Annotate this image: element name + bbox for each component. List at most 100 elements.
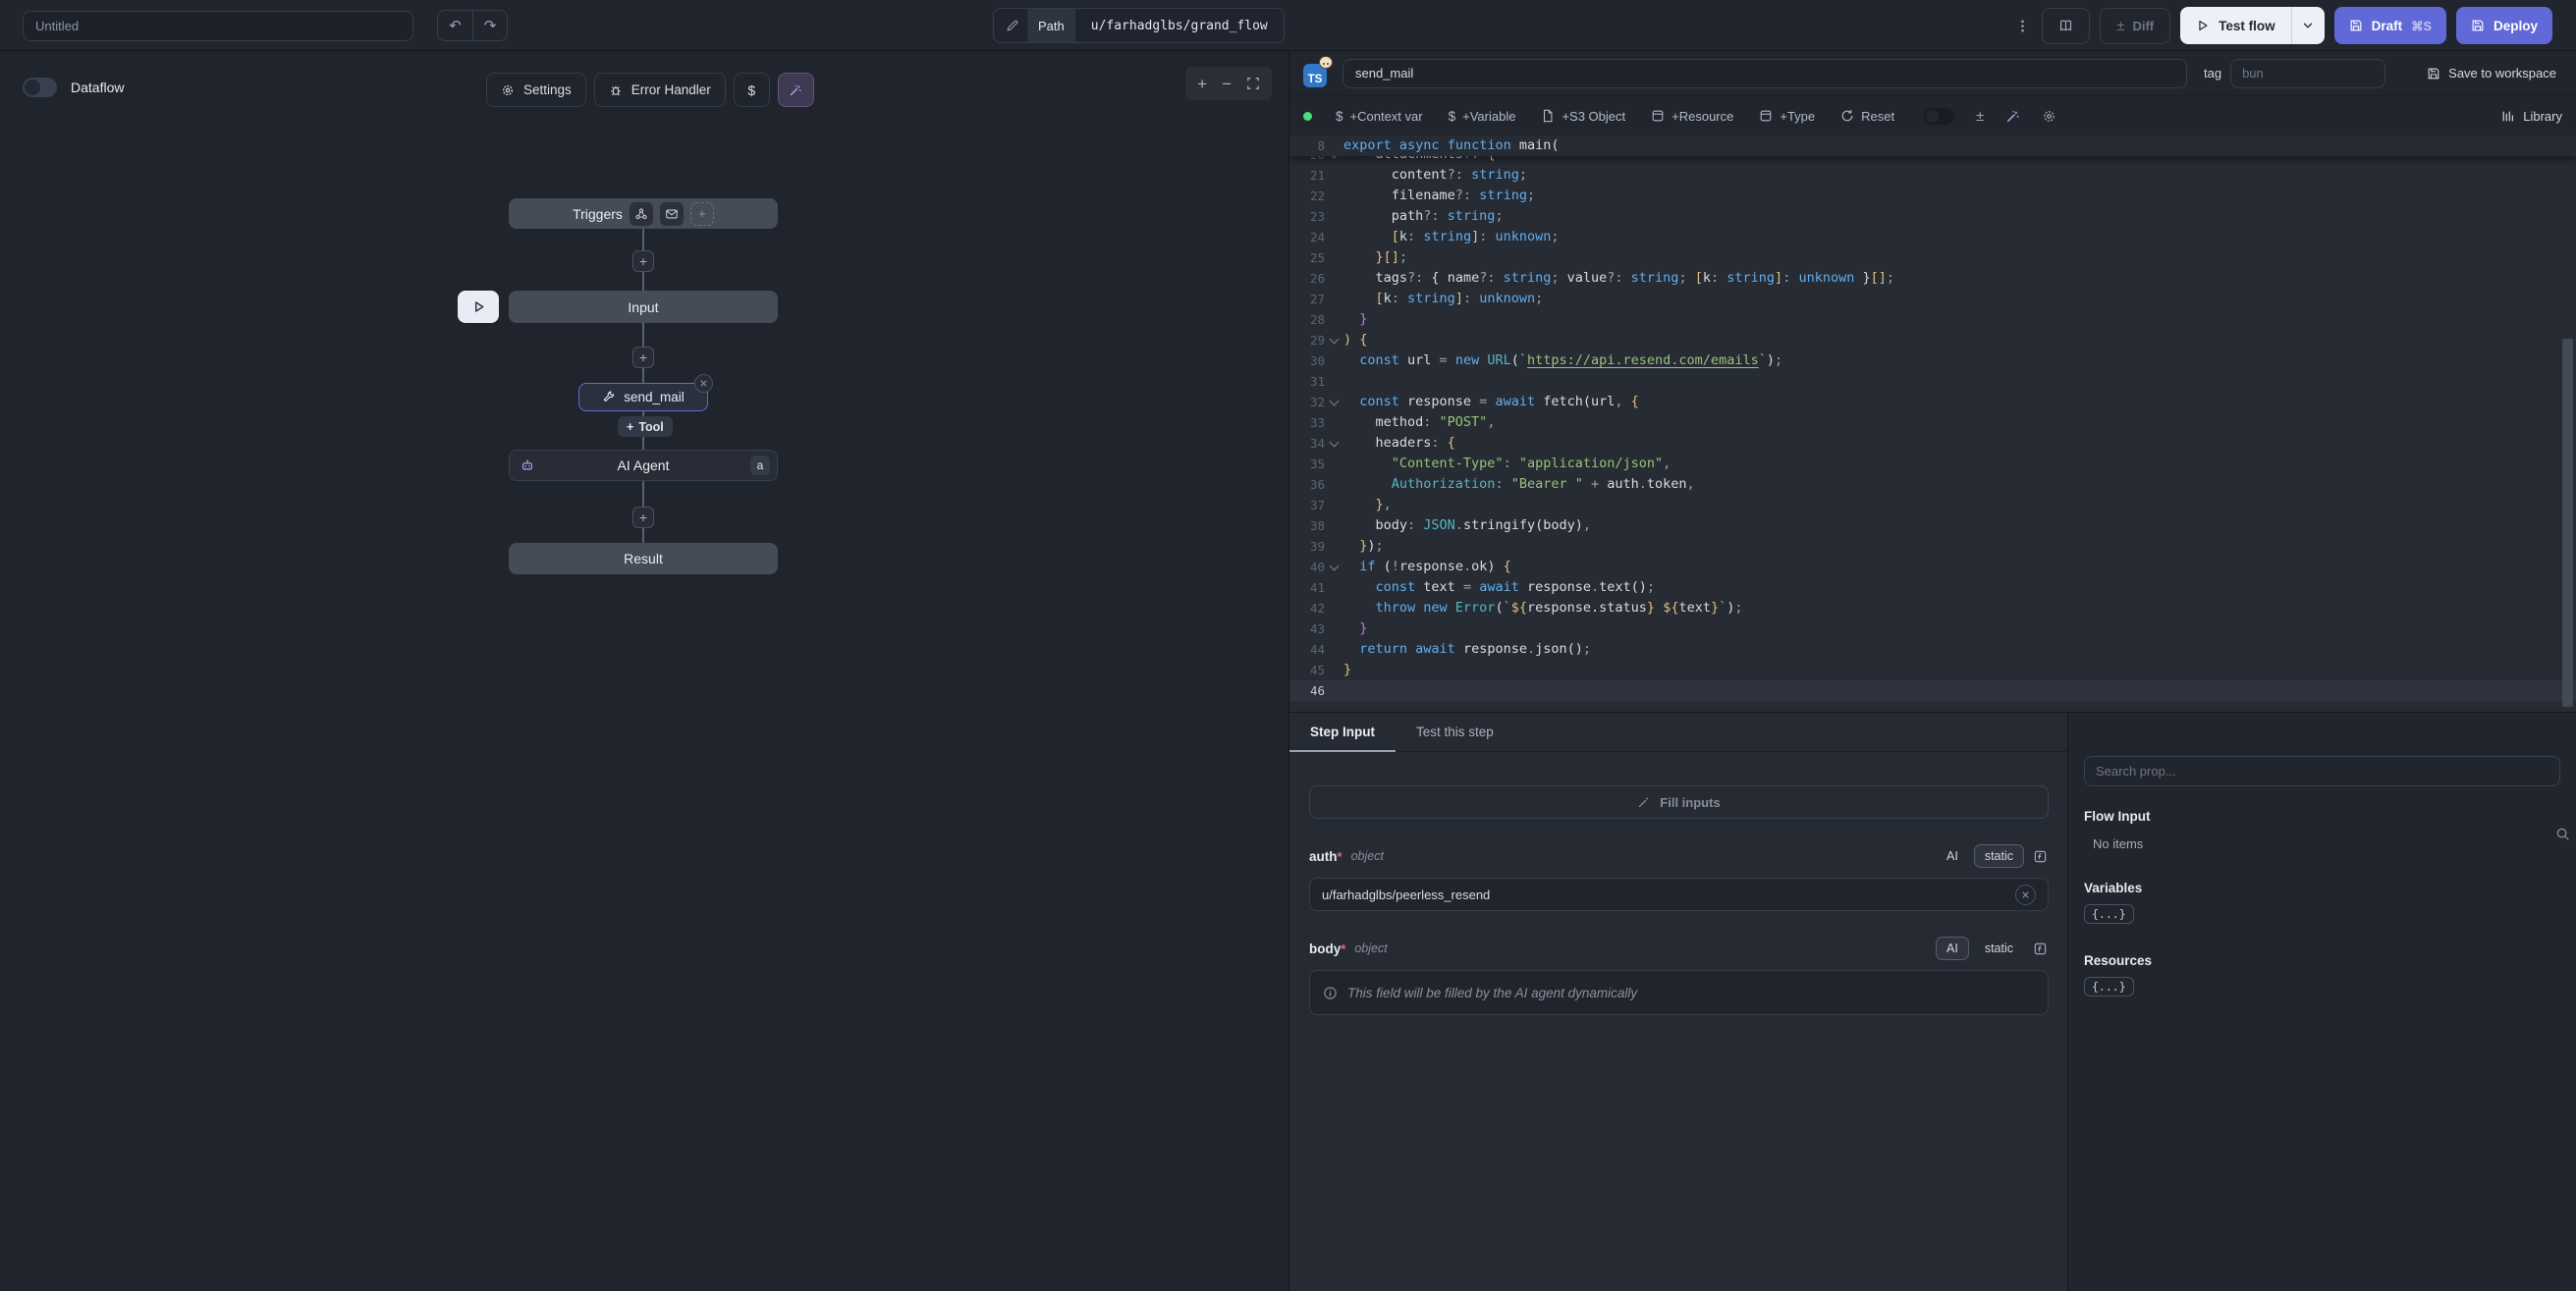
- code-line-39[interactable]: 39 });: [1289, 536, 2576, 557]
- fold-chevron-icon[interactable]: [1325, 557, 1343, 577]
- zoom-in-button[interactable]: +: [1197, 76, 1207, 92]
- code-editor[interactable]: 8export async function main( 20 attachme…: [1289, 135, 2576, 712]
- plus-minus-icon[interactable]: ±: [1976, 108, 1984, 125]
- line-number: 26: [1289, 268, 1325, 289]
- code-line-25[interactable]: 25 }[];: [1289, 247, 2576, 268]
- settings-button[interactable]: Settings: [486, 73, 586, 107]
- toolbar-s3-object-button[interactable]: +S3 Object: [1541, 109, 1625, 124]
- code-line-44[interactable]: 44 return await response.json();: [1289, 639, 2576, 660]
- auth-ai-mode-button[interactable]: AI: [1936, 844, 1969, 868]
- toolbar-type-button[interactable]: +Type: [1759, 109, 1815, 124]
- search-icon[interactable]: [2555, 827, 2570, 841]
- code-line-23[interactable]: 23 path?: string;: [1289, 206, 2576, 227]
- test-flow-dropdown-button[interactable]: [2291, 7, 2325, 44]
- step-name-input[interactable]: [1343, 59, 2187, 88]
- auth-value-input[interactable]: u/farhadglbs/peerless_resend: [1309, 878, 2049, 911]
- expression-mode-icon[interactable]: [2033, 941, 2048, 956]
- tab-step-input[interactable]: Step Input: [1289, 713, 1396, 751]
- remove-tool-button[interactable]: [694, 374, 713, 393]
- code-line-38[interactable]: 38 body: JSON.stringify(body),: [1289, 515, 2576, 536]
- code-line-28[interactable]: 28 }: [1289, 309, 2576, 330]
- code-line-32[interactable]: 32 const response = await fetch(url, {: [1289, 392, 2576, 412]
- node-triggers[interactable]: Triggers +: [509, 198, 778, 229]
- body-ai-mode-button[interactable]: AI: [1936, 937, 1969, 960]
- editor-scrollbar[interactable]: [2562, 339, 2573, 707]
- resources-object-badge[interactable]: {...}: [2084, 977, 2134, 996]
- deploy-button[interactable]: Deploy: [2456, 7, 2552, 44]
- fill-inputs-button[interactable]: Fill inputs: [1309, 785, 2049, 819]
- flow-summary-input[interactable]: [23, 11, 413, 41]
- code-line-8[interactable]: 8export async function main(: [1289, 135, 2576, 156]
- add-tool-button[interactable]: + Tool: [618, 416, 673, 437]
- body-static-mode-button[interactable]: static: [1974, 937, 2024, 960]
- test-flow-button[interactable]: Test flow: [2180, 7, 2291, 44]
- docs-button[interactable]: [2042, 8, 2090, 44]
- library-button[interactable]: Library: [2501, 109, 2562, 124]
- toolbar-variable-button[interactable]: $+Variable: [1449, 109, 1516, 124]
- more-menu-icon[interactable]: [2012, 19, 2032, 33]
- run-input-button[interactable]: [458, 291, 499, 323]
- code-line-29[interactable]: 29) {: [1289, 330, 2576, 350]
- fold-chevron-icon[interactable]: [1325, 392, 1343, 412]
- tag-input[interactable]: [2230, 59, 2385, 88]
- flow-canvas[interactable]: Dataflow Settings Error Handler $ + − Tr…: [0, 51, 1289, 1291]
- line-number: 31: [1289, 371, 1325, 392]
- insert-step-button[interactable]: +: [632, 507, 654, 528]
- code-line-41[interactable]: 41 const text = await response.text();: [1289, 577, 2576, 598]
- toolbar-context-var-button[interactable]: $+Context var: [1336, 109, 1423, 124]
- code-line-43[interactable]: 43 }: [1289, 619, 2576, 639]
- variables-object-badge[interactable]: {...}: [2084, 904, 2134, 924]
- node-ai-agent[interactable]: AI Agent a: [509, 450, 778, 481]
- zoom-out-button[interactable]: −: [1222, 76, 1232, 92]
- insert-step-button[interactable]: +: [632, 250, 654, 272]
- toolbar-resource-button[interactable]: +Resource: [1651, 109, 1733, 124]
- code-line-45[interactable]: 45}: [1289, 660, 2576, 680]
- dollar-button[interactable]: $: [734, 73, 770, 107]
- search-prop-input[interactable]: [2084, 756, 2560, 786]
- email-trigger-icon[interactable]: [660, 202, 684, 226]
- code-line-35[interactable]: 35 "Content-Type": "application/json",: [1289, 454, 2576, 474]
- dataflow-toggle[interactable]: [23, 78, 57, 97]
- save-to-workspace-button[interactable]: Save to workspace: [2427, 66, 2556, 81]
- ai-wand-icon[interactable]: [2005, 109, 2020, 124]
- editor-settings-icon[interactable]: [2042, 109, 2056, 124]
- draft-button[interactable]: Draft ⌘S: [2334, 7, 2446, 44]
- code-line-26[interactable]: 26 tags?: { name?: string; value?: strin…: [1289, 268, 2576, 289]
- code-line-22[interactable]: 22 filename?: string;: [1289, 186, 2576, 206]
- code-line-36[interactable]: 36 Authorization: "Bearer " + auth.token…: [1289, 474, 2576, 495]
- code-line-21[interactable]: 21 content?: string;: [1289, 165, 2576, 186]
- tab-test-this-step[interactable]: Test this step: [1396, 713, 1514, 751]
- fit-view-button[interactable]: [1246, 77, 1260, 90]
- code-line-33[interactable]: 33 method: "POST",: [1289, 412, 2576, 433]
- redo-button[interactable]: ↷: [472, 11, 507, 40]
- diff-mode-toggle[interactable]: [1924, 108, 1954, 125]
- code-line-31[interactable]: 31: [1289, 371, 2576, 392]
- line-number: 29: [1289, 330, 1325, 350]
- code-line-24[interactable]: 24 [k: string]: unknown;: [1289, 227, 2576, 247]
- webhook-trigger-icon[interactable]: [630, 202, 653, 226]
- insert-step-button[interactable]: +: [632, 347, 654, 368]
- clear-auth-button[interactable]: [2015, 885, 2036, 905]
- code-line-46[interactable]: 46: [1289, 680, 2576, 701]
- node-result[interactable]: Result: [509, 543, 778, 574]
- add-trigger-button[interactable]: +: [690, 202, 714, 226]
- ai-wand-button[interactable]: [778, 73, 814, 107]
- auth-static-mode-button[interactable]: static: [1974, 844, 2024, 868]
- node-input[interactable]: Input: [509, 291, 778, 323]
- undo-button[interactable]: ↶: [438, 11, 472, 40]
- expression-mode-icon[interactable]: [2033, 849, 2048, 864]
- diff-button[interactable]: ± Diff: [2100, 8, 2170, 44]
- code-line-37[interactable]: 37 },: [1289, 495, 2576, 515]
- code-line-34[interactable]: 34 headers: {: [1289, 433, 2576, 454]
- code-line-42[interactable]: 42 throw new Error(`${response.status} $…: [1289, 598, 2576, 619]
- toolbar-reset-button[interactable]: Reset: [1840, 109, 1894, 124]
- fold-chevron-icon[interactable]: [1325, 433, 1343, 454]
- error-handler-button[interactable]: Error Handler: [594, 73, 726, 107]
- code-line-40[interactable]: 40 if (!response.ok) {: [1289, 557, 2576, 577]
- fold-gutter: [1325, 474, 1343, 495]
- flow-path-chip[interactable]: Path u/farhadglbs/grand_flow: [993, 8, 1285, 43]
- code-line-27[interactable]: 27 [k: string]: unknown;: [1289, 289, 2576, 309]
- node-send-mail[interactable]: send_mail: [578, 383, 708, 411]
- fold-chevron-icon[interactable]: [1325, 330, 1343, 350]
- code-line-30[interactable]: 30 const url = new URL(`https://api.rese…: [1289, 350, 2576, 371]
